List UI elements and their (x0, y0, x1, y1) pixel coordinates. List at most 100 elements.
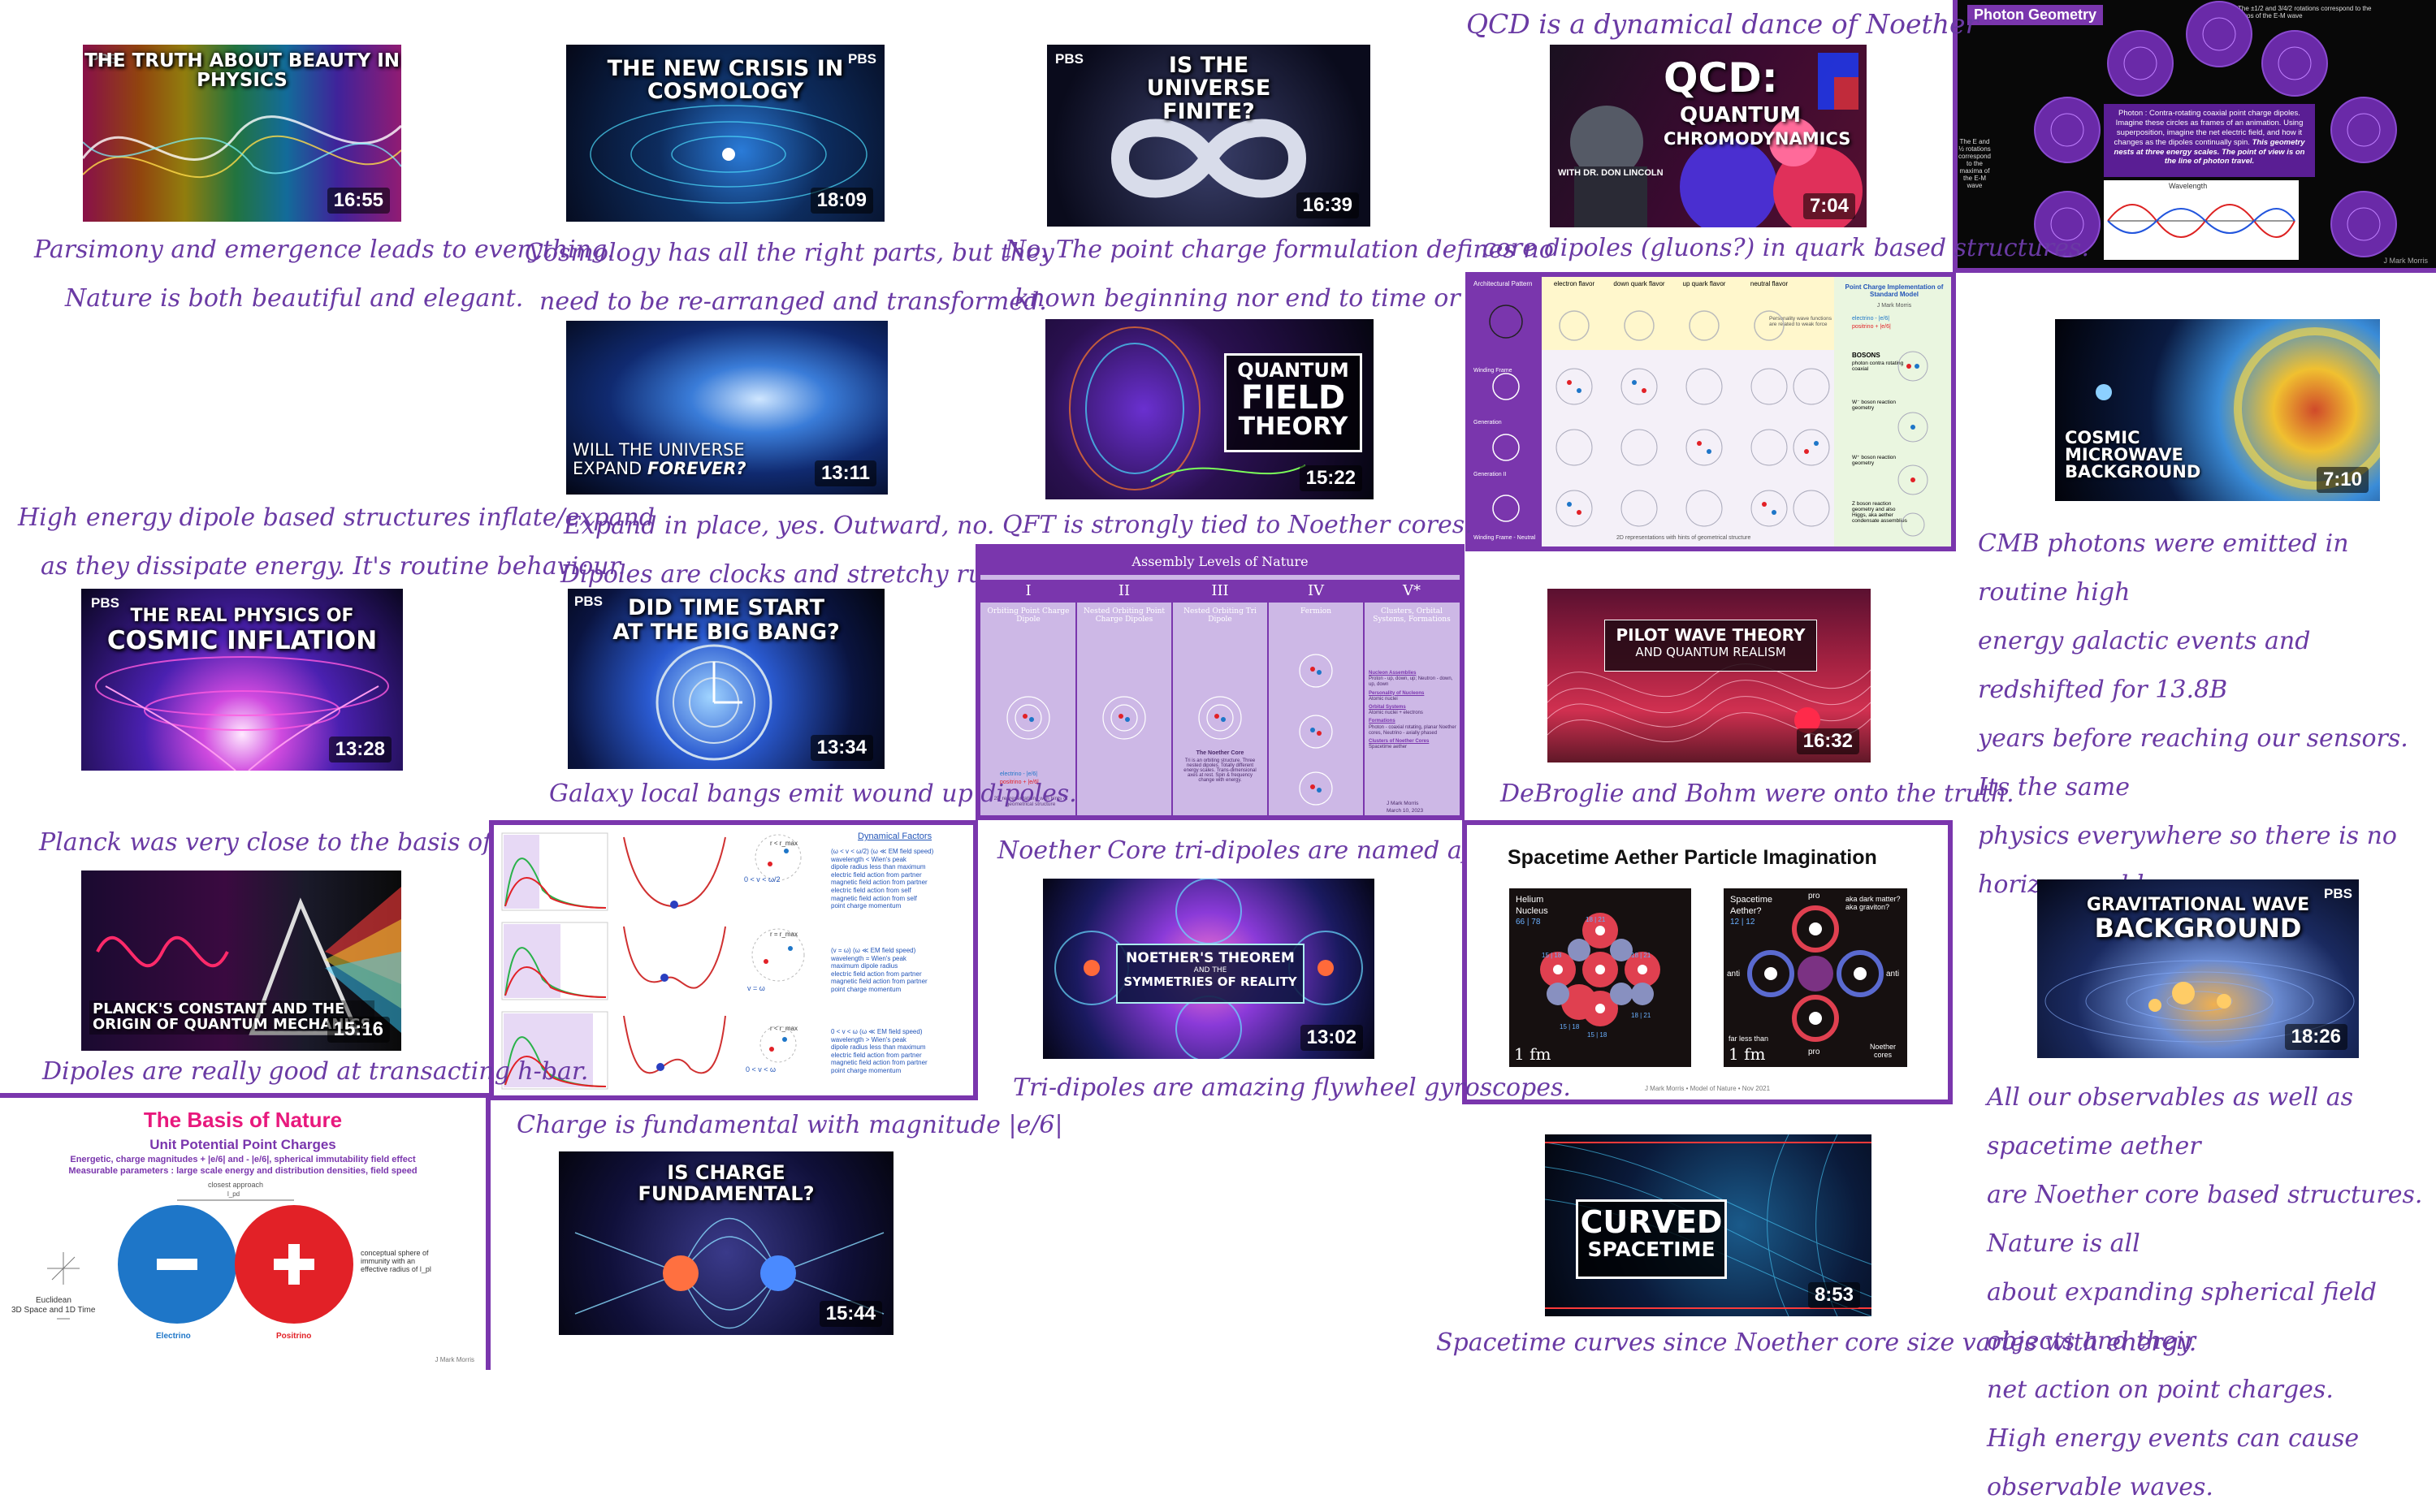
title-line: FIELD (1240, 379, 1346, 417)
v-item-text: Proton - up, down, up; Neutron - down, u… (1369, 676, 1453, 688)
thumbnail-plancks-constant[interactable]: PLANCK'S CONSTANT AND THE ORIGIN OF QUAN… (81, 870, 401, 1051)
thumbnail-is-universe-finite[interactable]: PBS IS THE UNIVERSE FINITE? 16:39 (1047, 45, 1370, 227)
thumbnail-title: IS THE UNIVERSE FINITE? (1146, 53, 1271, 124)
scale-note: far less than (1729, 1035, 1769, 1043)
title-line: AND QUANTUM REALISM (1635, 645, 1786, 659)
caption-line: Expand in place, yes. Outward, no. (564, 512, 995, 540)
v-item-title: Formations (1369, 719, 1395, 724)
thumbnail-beauty-in-physics[interactable]: PBS THE TRUTH ABOUT BEAUTY IN PHYSICS 16… (83, 45, 401, 222)
thumbnail-noethers-theorem[interactable]: NOETHER'S THEOREM AND THE SYMMETRIES OF … (1043, 879, 1374, 1059)
thumbnail-new-crisis-in-cosmology[interactable]: PBS THE NEW CRISIS IN COSMOLOGY 18:09 (566, 45, 885, 222)
caption-curved: Spacetime curves since Noether core size… (1436, 1328, 2197, 1357)
caption-line: need to be re-arranged and transformed. (539, 287, 1047, 316)
nucleon-number: 18 | 21 (1631, 1012, 1651, 1019)
caption-line: No. The point charge formulation defines… (1005, 235, 1554, 264)
positrino-label: Positrino (276, 1332, 312, 1341)
caption-line: are Noether core based structures. Natur… (1987, 1181, 2423, 1258)
electrino-label: Electrino (156, 1332, 191, 1341)
video-duration: 13:34 (810, 735, 873, 761)
video-duration: 16:32 (1796, 728, 1859, 754)
title-emphasis: FOREVER? (647, 459, 746, 479)
thumbnail-title: COSMIC MICROWAVE BACKGROUND (2065, 430, 2200, 481)
thumbnail-did-time-start[interactable]: PBS DID TIME START AT THE BIG BANG? 13:3… (568, 589, 885, 769)
title-line: IS CHARGE (667, 1161, 785, 1184)
factor-item: magnetic field action from partner (831, 1059, 928, 1067)
caption-line: years before reaching our sensors. Its t… (1978, 724, 2408, 801)
thumbnail-is-charge-fundamental[interactable]: IS CHARGE FUNDAMENTAL? 15:44 (559, 1151, 893, 1335)
v-item-text: Atomic nuclei + electrons (1369, 711, 1423, 716)
thumbnail-curved-spacetime[interactable]: CURVED SPACETIME 8:53 (1545, 1134, 1871, 1316)
title-line: COSMIC (2065, 428, 2140, 447)
scale-label: 1 fm (1729, 1044, 1766, 1064)
spacetime-aether-panel: Spacetime Aether Particle Imagination He… (1462, 820, 1953, 1104)
caption-line: CMB photons were emitted in routine high (1978, 529, 2349, 607)
title-line: AND THE (1193, 966, 1227, 974)
factor-item: magnetic field action from self (831, 894, 917, 902)
thumbnail-qcd[interactable]: QCD: QUANTUM CHROMODYNAMICS WITH DR. DON… (1550, 45, 1867, 227)
aether-label: Aether? (1730, 906, 1762, 916)
caption-qcd-bottom: core dipoles (gluons?) in quark based st… (1482, 234, 2089, 262)
particle-grid (1489, 305, 1928, 537)
thumbnail-title: THE NEW CRISIS IN COSMOLOGY (607, 56, 844, 105)
row-note: (ω ≪ EM field speed) (852, 947, 916, 954)
helium-label: Nucleus (1516, 906, 1548, 916)
sphere-note: conceptual sphere of immunity with an ef… (361, 1249, 431, 1273)
aether-diagram: Spacetime Aether? 12 | 12 aka dark matte… (1724, 888, 1907, 1067)
v-item-title: Orbital Systems (1369, 704, 1406, 710)
point-charges-diagram (47, 1199, 353, 1324)
title-line: MICROWAVE (2065, 445, 2183, 464)
title-line: BACKGROUND (2065, 462, 2201, 482)
v-item-text: Atomic nuclei (1369, 696, 1398, 702)
v-item-title: Clusters of Noether Cores (1369, 738, 1430, 744)
core-text: Tri is an orbiting structure. Three nest… (1183, 758, 1257, 783)
title-line: SYMMETRIES OF REALITY (1123, 974, 1297, 989)
title-line: GRAVITATIONAL WAVE (2086, 895, 2310, 915)
thumbnail-quantum-field-theory[interactable]: QUANTUM FIELD THEORY 15:22 (1045, 319, 1374, 499)
row-equation: v = ω (747, 984, 765, 992)
title-line: THE REAL PHYSICS OF (130, 606, 354, 626)
credit-date: March 10, 2023 (1387, 808, 1424, 814)
factor-item: electric field action from partner (831, 970, 922, 978)
title-line: QUANTUM (1237, 359, 1349, 382)
v-item-title: Personality of Nucleons (1369, 690, 1425, 696)
thumbnail-gravitational-wave-background[interactable]: PBS GRAVITATIONAL WAVE BACKGROUND 18:26 (2037, 879, 2359, 1058)
thumbnail-will-universe-expand[interactable]: WILL THE UNIVERSE EXPAND FOREVER? 13:11 (566, 321, 888, 495)
factor-item: point charge momentum (831, 902, 902, 910)
factor-item: point charge momentum (831, 985, 902, 993)
title-line: CURVED (1580, 1204, 1723, 1240)
factor-item: electric field action from self (831, 886, 911, 894)
factor-item: magnetic field action from partner (831, 978, 928, 986)
wavelength-label: Wavelength (2169, 182, 2208, 190)
helium-diagram: Helium Nucleus 66 | 78 18 | 21 15 | 18 1… (1509, 888, 1691, 1067)
credit: J Mark Morris (2383, 257, 2429, 265)
title-line: WILL THE UNIVERSE (573, 440, 745, 460)
thumbnail-pilot-wave-theory[interactable]: PILOT WAVE THEORY AND QUANTUM REALISM 16… (1547, 589, 1871, 762)
nucleon-number: 15 | 18 (1542, 952, 1562, 959)
caption-expand: Expand in place, yes. Outward, no. Dipol… (560, 502, 1038, 599)
thumbnail-cosmic-inflation[interactable]: PBS THE REAL PHYSICS OF COSMIC INFLATION… (81, 589, 403, 771)
caption-gw: All our observables as well as spacetime… (1987, 1074, 2436, 1512)
anti-label: anti (1886, 970, 1900, 978)
video-duration: 13:28 (328, 737, 392, 762)
video-duration: 18:26 (2284, 1024, 2347, 1050)
row-condition: 0 < v < ω (831, 1028, 858, 1035)
v-item-text: Spacetime aether (1369, 745, 1408, 750)
em-wave-svg (2107, 204, 2295, 238)
qcd-title: QCD: (1664, 54, 1778, 102)
video-duration: 7:10 (2316, 467, 2369, 493)
title-line: EXPAND (573, 459, 647, 479)
radius-label: r < r_max (770, 1025, 798, 1032)
caption-line: All our observables as well as spacetime… (1987, 1083, 2353, 1160)
nucleon-number: 18 | 21 (1631, 952, 1651, 959)
video-duration: 15:22 (1299, 465, 1362, 491)
noether-cores-label: Noether cores (1869, 1043, 1897, 1059)
row-equation: 0 < v < ω (746, 1065, 777, 1074)
credit: J Mark Morris (435, 1356, 474, 1363)
credit-name: J Mark Morris (1387, 801, 1419, 806)
basis-of-nature-panel: The Basis of Nature Unit Potential Point… (0, 1093, 491, 1370)
factor-list-3: 0 < v < ω (ω ≪ EM field speed) wavelengt… (831, 1028, 973, 1075)
thumbnail-cosmic-microwave-background[interactable]: COSMIC MICROWAVE BACKGROUND 7:10 (2055, 319, 2380, 501)
title-line: DID TIME START (627, 595, 825, 620)
space-label: 3D Space and 1D Time (11, 1306, 96, 1315)
factor-item: maximum dipole radius (831, 962, 898, 970)
